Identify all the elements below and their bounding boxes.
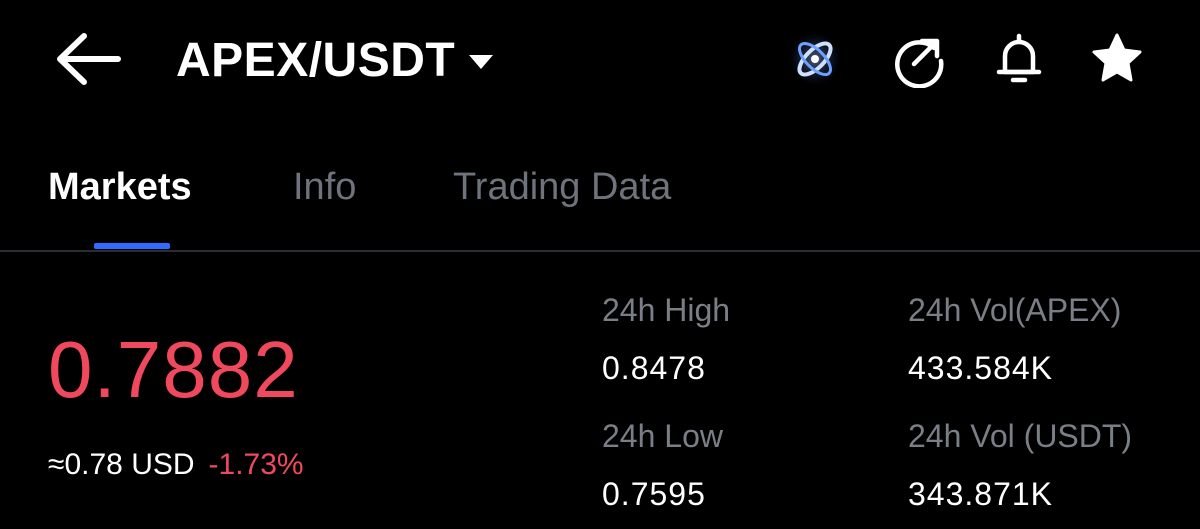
price-change-percent: -1.73% bbox=[208, 448, 304, 481]
pair-title: APEX/USDT bbox=[176, 33, 456, 87]
top-bar: APEX/USDT bbox=[0, 0, 1200, 120]
market-detail-screen: APEX/USDT Markets Info Trading Data 0.78… bbox=[0, 0, 1200, 529]
last-price: 0.7882 bbox=[48, 325, 299, 414]
price-subline: ≈0.78 USD -1.73% bbox=[48, 448, 304, 482]
vol-quote-value: 343.871K bbox=[908, 476, 1054, 512]
share-icon bbox=[895, 38, 944, 89]
satellite-badge-icon bbox=[789, 33, 841, 85]
low-label: 24h Low bbox=[602, 418, 723, 454]
usd-approx-price: ≈0.78 USD bbox=[48, 448, 195, 481]
tab-bar: Markets Info Trading Data bbox=[0, 160, 1200, 252]
pair-selector[interactable]: APEX/USDT bbox=[176, 30, 495, 90]
alert-button[interactable] bbox=[990, 30, 1048, 88]
tab-trading-data[interactable]: Trading Data bbox=[453, 166, 671, 209]
low-value: 0.7595 bbox=[602, 476, 706, 512]
favorite-button[interactable] bbox=[1088, 30, 1146, 88]
active-tab-indicator bbox=[94, 243, 170, 249]
high-label: 24h High bbox=[602, 292, 731, 328]
high-value: 0.8478 bbox=[602, 350, 706, 386]
vol-quote-label: 24h Vol (USDT) bbox=[908, 418, 1133, 454]
caret-down-icon bbox=[469, 55, 494, 69]
arrow-left-icon bbox=[57, 33, 121, 85]
vol-base-label: 24h Vol(APEX) bbox=[908, 292, 1122, 328]
share-button[interactable] bbox=[890, 30, 948, 89]
bell-icon bbox=[996, 33, 1042, 83]
satellite-badge-button[interactable] bbox=[786, 30, 844, 88]
tab-info[interactable]: Info bbox=[293, 166, 356, 209]
vol-base-value: 433.584K bbox=[908, 350, 1054, 386]
back-button[interactable] bbox=[52, 28, 124, 90]
tab-markets[interactable]: Markets bbox=[48, 166, 192, 209]
star-icon bbox=[1092, 33, 1142, 82]
